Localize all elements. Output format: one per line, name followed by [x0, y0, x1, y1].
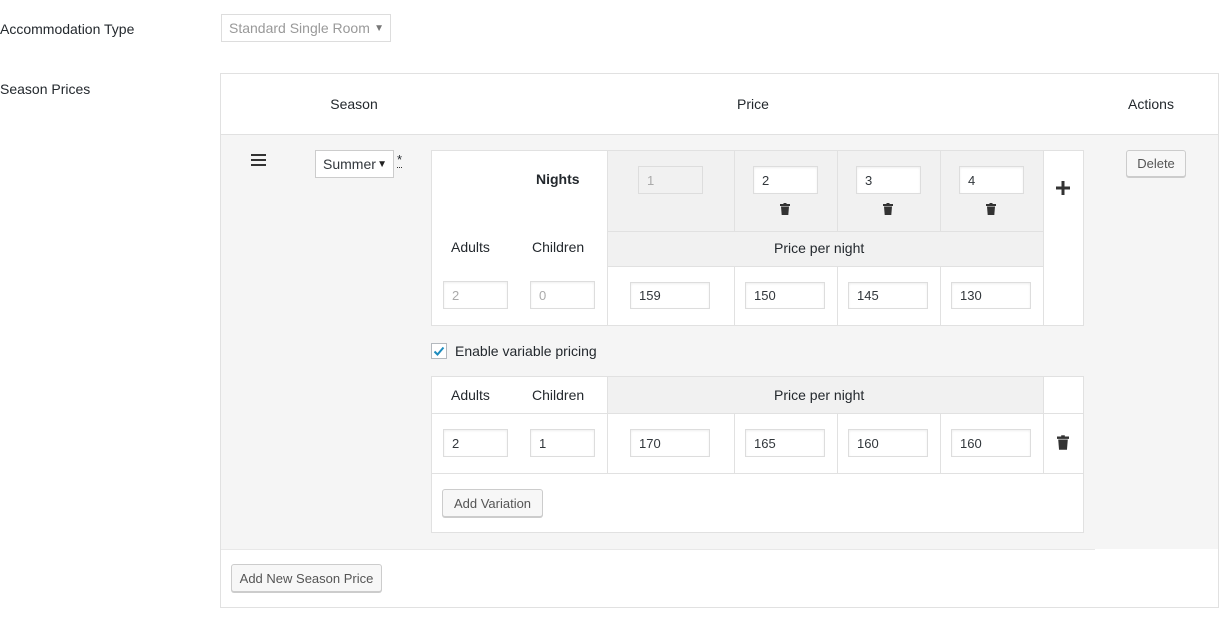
plus-icon[interactable]: [1056, 181, 1070, 198]
variation-price-input-4[interactable]: 160: [951, 429, 1031, 457]
variation-adults-input[interactable]: 2: [443, 429, 508, 457]
trash-icon[interactable]: [1057, 435, 1069, 453]
base-price-input-4[interactable]: 130: [951, 282, 1031, 309]
delete-season-button[interactable]: Delete: [1126, 150, 1186, 177]
accommodation-type-value: Standard Single Room: [229, 20, 370, 36]
nights-label: Nights: [536, 171, 580, 187]
required-mark: *: [397, 152, 403, 168]
drag-handle-icon[interactable]: [251, 153, 266, 166]
accommodation-type-label: Accommodation Type: [0, 21, 135, 37]
variation-adults-header: Adults: [451, 387, 490, 403]
season-column-header: Season: [330, 96, 378, 112]
nights-input-2[interactable]: 2: [753, 166, 818, 194]
price-per-night-label: Price per night: [774, 240, 865, 256]
season-prices-label: Season Prices: [0, 81, 91, 97]
season-select[interactable]: Summer ▼: [315, 150, 394, 178]
variation-price-input-1[interactable]: 170: [630, 429, 710, 457]
base-price-input-2[interactable]: 150: [745, 282, 825, 309]
price-column-header: Price: [737, 96, 769, 112]
actions-column-header: Actions: [1128, 96, 1174, 112]
chevron-down-icon: ▼: [377, 158, 387, 170]
nights-input-3[interactable]: 3: [856, 166, 921, 194]
season-select-value: Summer: [323, 156, 376, 172]
add-new-season-price-button[interactable]: Add New Season Price: [231, 564, 382, 592]
variation-price-input-3[interactable]: 160: [848, 429, 928, 457]
nights-input-4[interactable]: 4: [959, 166, 1024, 194]
variation-children-header: Children: [532, 387, 585, 403]
add-variation-button[interactable]: Add Variation: [442, 489, 543, 517]
adults-label: Adults: [451, 239, 490, 255]
variation-price-input-2[interactable]: 165: [745, 429, 825, 457]
base-adults-input[interactable]: 2: [443, 281, 508, 309]
variable-pricing-checkbox[interactable]: [431, 343, 447, 359]
accommodation-type-select[interactable]: Standard Single Room ▼: [221, 14, 391, 42]
trash-icon[interactable]: [780, 202, 790, 218]
base-children-input[interactable]: 0: [530, 281, 595, 309]
base-price-input-1[interactable]: 159: [630, 282, 710, 309]
trash-icon[interactable]: [986, 202, 996, 218]
variable-pricing-label: Enable variable pricing: [455, 343, 597, 359]
trash-icon[interactable]: [883, 202, 893, 218]
variation-children-input[interactable]: 1: [530, 429, 595, 457]
chevron-down-icon: ▼: [374, 22, 384, 34]
base-price-input-3[interactable]: 145: [848, 282, 928, 309]
variation-price-per-night-header: Price per night: [774, 387, 865, 403]
check-icon: [433, 346, 445, 356]
nights-input-1: 1: [638, 166, 703, 194]
children-label: Children: [532, 239, 585, 255]
